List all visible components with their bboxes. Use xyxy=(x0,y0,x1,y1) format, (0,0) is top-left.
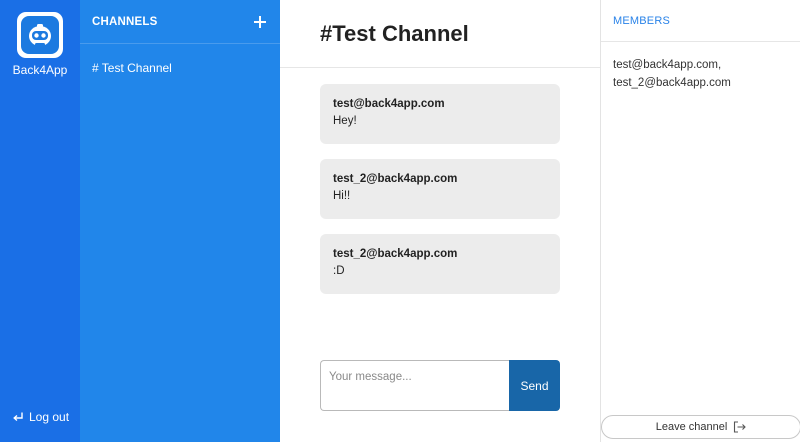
return-arrow-icon xyxy=(12,411,24,423)
message-bubble: test_2@back4app.com :D xyxy=(320,234,560,294)
channels-panel: CHANNELS # Test Channel xyxy=(80,0,280,442)
message-author: test_2@back4app.com xyxy=(333,248,458,260)
robot-logo-icon xyxy=(21,16,59,54)
message-bubble: test@back4app.com Hey! xyxy=(320,84,560,144)
channel-item-test-channel[interactable]: # Test Channel xyxy=(92,61,172,75)
chat-header: #Test Channel xyxy=(280,0,600,68)
members-list: test@back4app.com, test_2@back4app.com xyxy=(601,42,800,92)
logout-label: Log out xyxy=(29,410,70,424)
message-author: test_2@back4app.com xyxy=(333,173,458,185)
message-composer: Send xyxy=(320,360,560,411)
leave-channel-button[interactable]: Leave channel xyxy=(601,415,800,439)
channels-header: CHANNELS xyxy=(80,0,280,44)
member-entry: test_2@back4app.com xyxy=(613,77,731,89)
message-text: Hi!! xyxy=(333,190,351,202)
send-button[interactable]: Send xyxy=(509,360,560,411)
members-header: MEMBERS xyxy=(601,0,800,42)
plus-icon[interactable] xyxy=(252,14,268,30)
message-text: :D xyxy=(333,265,345,277)
message-input[interactable] xyxy=(320,360,509,411)
brand-logo[interactable] xyxy=(17,12,63,58)
logout-button[interactable]: Log out xyxy=(12,410,69,424)
message-bubble: test_2@back4app.com Hi!! xyxy=(320,159,560,219)
chat-app: Back4App Log out CHANNELS # Test Channel xyxy=(0,0,800,442)
members-panel: MEMBERS test@back4app.com, test_2@back4a… xyxy=(600,0,800,442)
member-entry: test@back4app.com, xyxy=(613,59,722,71)
message-text: Hey! xyxy=(333,115,357,127)
exit-icon xyxy=(733,421,747,433)
chat-main: #Test Channel test@back4app.com Hey! tes… xyxy=(280,0,600,442)
channels-title: CHANNELS xyxy=(92,15,158,28)
members-title: MEMBERS xyxy=(613,14,671,27)
leave-channel-label: Leave channel xyxy=(655,421,728,433)
brand-name: Back4App xyxy=(12,63,68,77)
brand-rail: Back4App Log out xyxy=(0,0,80,442)
page-title: #Test Channel xyxy=(320,20,469,46)
message-author: test@back4app.com xyxy=(333,98,445,110)
